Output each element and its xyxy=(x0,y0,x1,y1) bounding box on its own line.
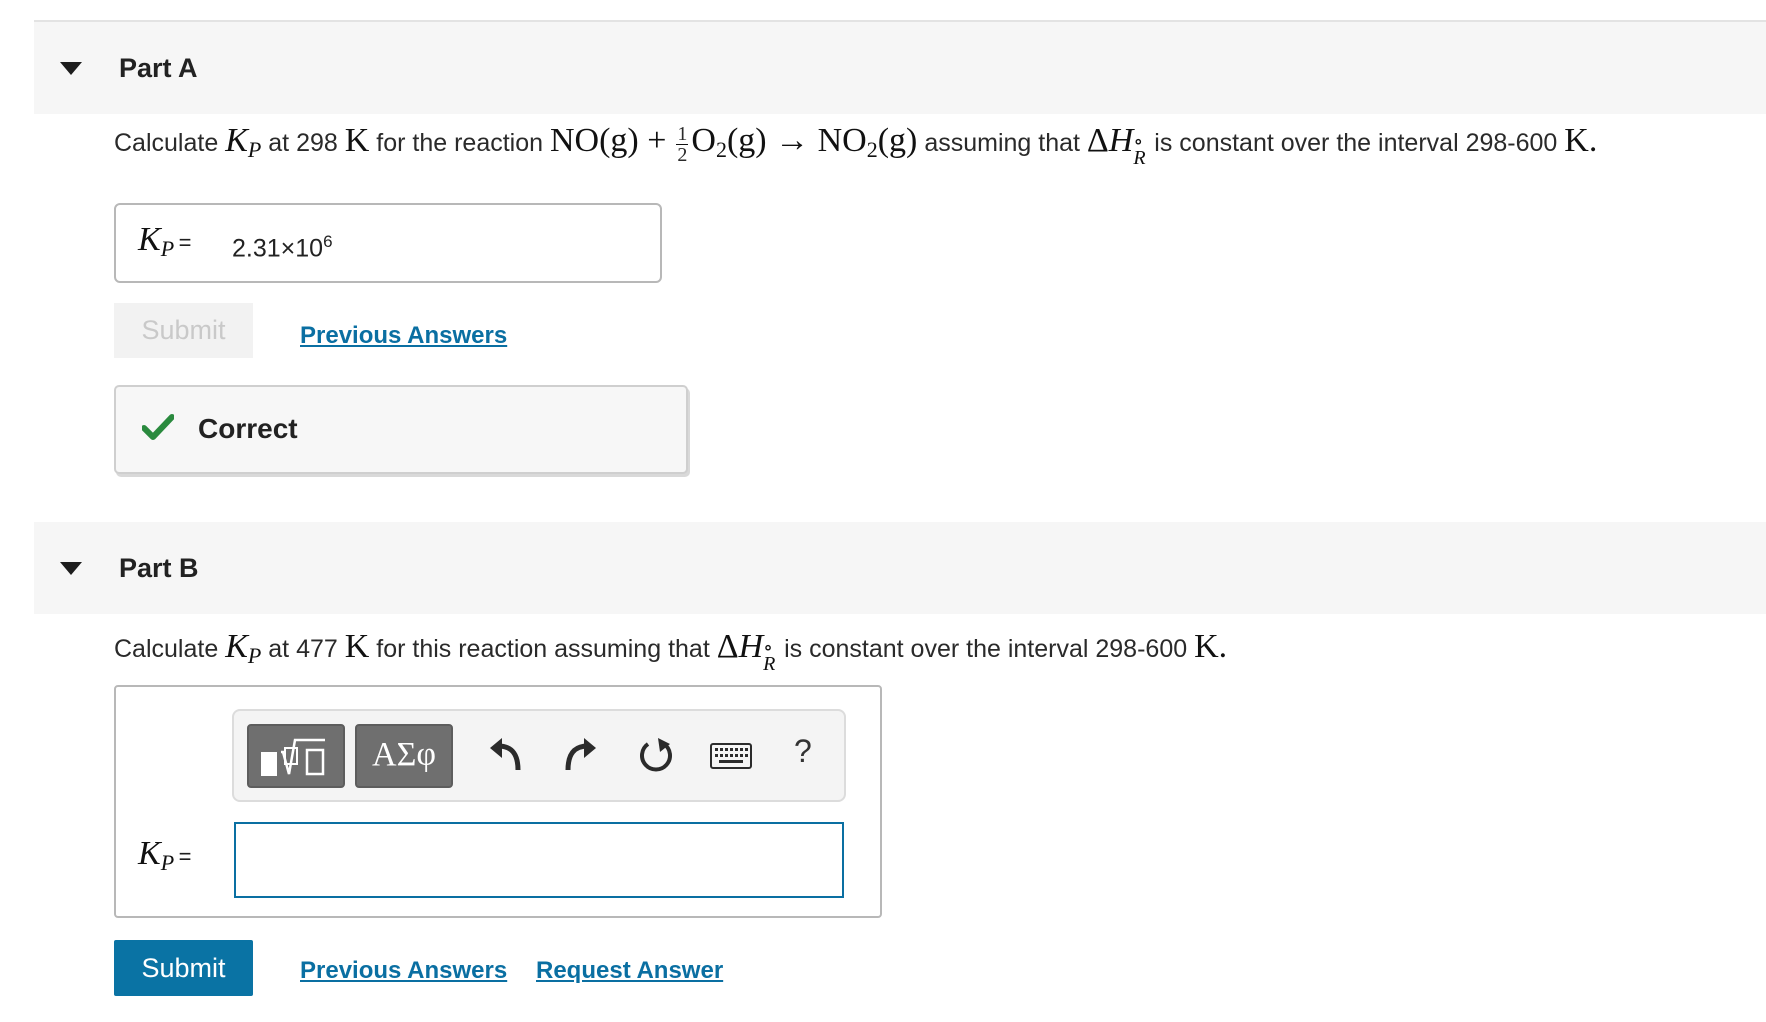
part-a-header[interactable]: Part A xyxy=(34,22,1766,114)
part-b-previous-answers-link[interactable]: Previous Answers xyxy=(300,957,507,985)
redo-icon[interactable] xyxy=(564,736,598,776)
part-a-previous-answers-link[interactable]: Previous Answers xyxy=(300,322,507,350)
part-a-feedback: Correct xyxy=(114,385,688,474)
kp-label: KP = xyxy=(138,221,192,261)
part-b-submit-button[interactable]: Submit xyxy=(114,940,253,996)
templates-icon xyxy=(261,738,325,776)
kp-answer-input[interactable] xyxy=(234,822,844,898)
keyboard-icon[interactable] xyxy=(710,743,752,769)
reset-icon[interactable] xyxy=(636,736,676,778)
part-b-title: Part B xyxy=(119,553,199,583)
part-a-submit-button[interactable]: Submit xyxy=(114,303,253,358)
undo-icon[interactable] xyxy=(488,736,522,776)
kp-label: KP = xyxy=(138,835,192,875)
feedback-text: Correct xyxy=(198,413,298,444)
templates-button[interactable] xyxy=(247,724,345,788)
request-answer-link[interactable]: Request Answer xyxy=(536,957,723,985)
math-toolbar: ΑΣφ ? xyxy=(232,709,846,802)
collapse-triangle-icon[interactable] xyxy=(60,562,82,575)
part-a-answer-box: KP = 2.31×106 xyxy=(114,203,662,283)
part-a-answer-value: 2.31×106 xyxy=(232,232,333,263)
part-b-input-panel: ΑΣφ ? KP = xyxy=(114,685,882,918)
part-b-header[interactable]: Part B xyxy=(34,522,1766,614)
collapse-triangle-icon[interactable] xyxy=(60,62,82,75)
part-a-question: Calculate KP at 298 K for the reaction N… xyxy=(114,122,1598,169)
part-b-question: Calculate KP at 477 K for this reaction … xyxy=(114,628,1228,675)
greek-symbols-button[interactable]: ΑΣφ xyxy=(355,724,453,788)
part-a-title: Part A xyxy=(119,53,198,83)
help-button[interactable]: ? xyxy=(794,733,812,770)
checkmark-icon xyxy=(142,414,174,440)
